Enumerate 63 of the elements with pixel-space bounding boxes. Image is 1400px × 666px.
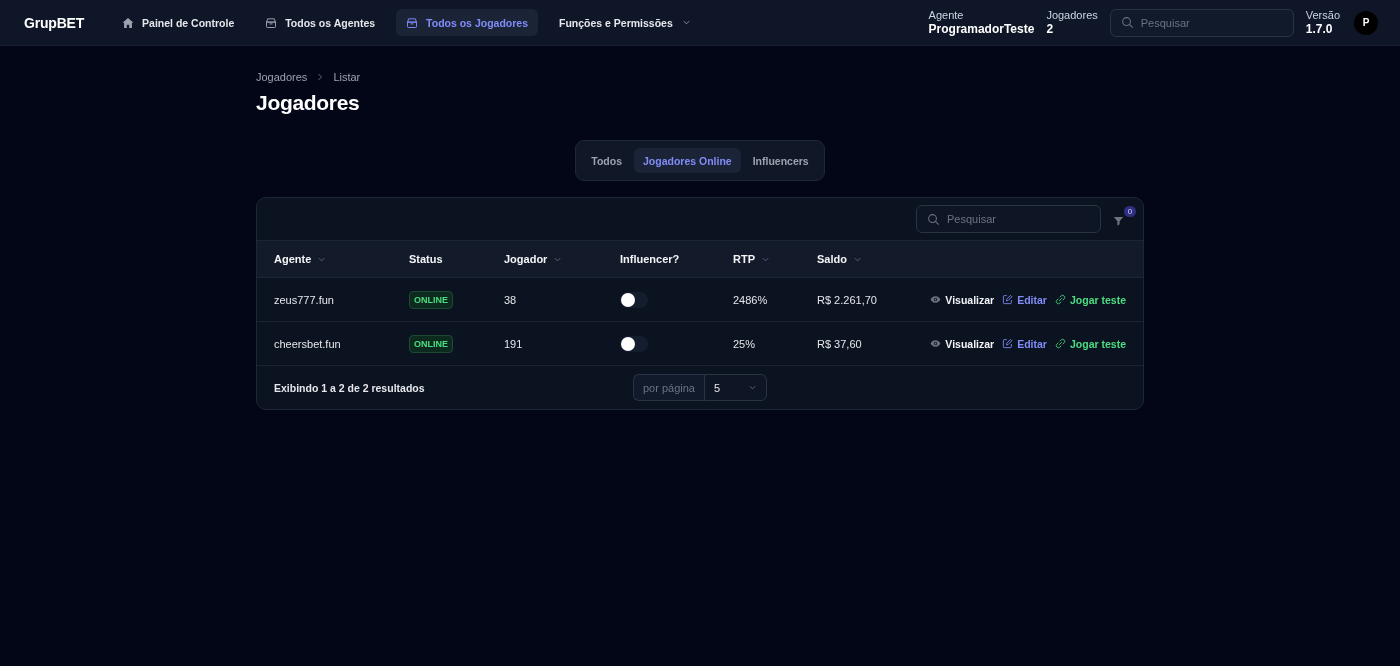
table-cell: 25% bbox=[733, 337, 756, 350]
results-summary: Exibindo 1 a 2 de 2 resultados bbox=[274, 381, 425, 394]
tab[interactable]: Influencers bbox=[743, 148, 818, 173]
search-input[interactable]: Pesquisar bbox=[916, 205, 1101, 233]
table-cell: R$ 37,60 bbox=[817, 337, 862, 350]
column-header[interactable]: Jogador bbox=[504, 253, 563, 265]
box-icon bbox=[406, 16, 419, 29]
version-label: Versão bbox=[1305, 9, 1340, 21]
table-cell: cheersbet.fun bbox=[274, 337, 341, 350]
column-header[interactable]: Agente bbox=[274, 253, 327, 265]
link-icon bbox=[1054, 294, 1066, 305]
nav-item[interactable]: Todos os Jogadores bbox=[396, 9, 538, 36]
link-icon bbox=[1054, 338, 1066, 349]
table-cell: 38 bbox=[504, 293, 517, 306]
user-avatar[interactable]: P bbox=[1354, 10, 1378, 35]
action-link[interactable]: Jogar teste bbox=[1054, 337, 1126, 350]
action-link[interactable]: Visualizar bbox=[930, 337, 995, 350]
eye-icon bbox=[930, 294, 942, 305]
table-cell: zeus777.fun bbox=[274, 293, 334, 306]
page-title: Jogadores bbox=[256, 90, 361, 116]
table-cell: R$ 2.261,70 bbox=[817, 293, 877, 306]
status-badge: ONLINE bbox=[409, 290, 453, 309]
chevron-down-icon bbox=[748, 383, 757, 392]
nav-item[interactable]: Painel de Controle bbox=[112, 9, 245, 36]
stat-label: Jogadores bbox=[1046, 9, 1098, 21]
stat-value: ProgramadorTeste bbox=[928, 22, 1035, 36]
action-link[interactable]: Editar bbox=[1002, 337, 1047, 350]
eye-icon bbox=[930, 338, 942, 349]
stat-value: 2 bbox=[1046, 22, 1055, 36]
breadcrumb-link[interactable]: Listar bbox=[333, 71, 361, 83]
status-badge: ONLINE bbox=[409, 334, 453, 353]
table-cell: 191 bbox=[504, 337, 523, 350]
filter-count-badge: 0 bbox=[1124, 206, 1136, 217]
search-input[interactable]: Pesquisar bbox=[1109, 8, 1294, 37]
column-header[interactable]: Saldo bbox=[817, 253, 862, 265]
nav-item[interactable]: Funções e Permissões bbox=[549, 9, 701, 36]
action-link[interactable]: Jogar teste bbox=[1054, 293, 1126, 306]
filter-icon bbox=[1113, 215, 1124, 227]
influencer-toggle[interactable] bbox=[620, 291, 648, 308]
edit-icon bbox=[1002, 294, 1014, 305]
app-logo[interactable]: GrupBET bbox=[24, 14, 85, 31]
per-page-select[interactable]: 5 bbox=[704, 374, 767, 401]
column-header[interactable]: RTP bbox=[733, 253, 770, 265]
action-link[interactable]: Editar bbox=[1002, 293, 1047, 306]
stat-label: Agente bbox=[928, 9, 965, 21]
breadcrumb-link[interactable]: Jogadores bbox=[256, 71, 308, 83]
home-icon bbox=[122, 16, 135, 29]
action-link[interactable]: Visualizar bbox=[930, 293, 995, 306]
tab[interactable]: Todos bbox=[582, 148, 631, 173]
nav-item[interactable]: Todos os Agentes bbox=[255, 9, 386, 36]
search-icon bbox=[927, 212, 940, 226]
search-icon bbox=[1120, 16, 1134, 29]
edit-icon bbox=[1002, 338, 1014, 349]
version-value: 1.7.0 bbox=[1305, 22, 1334, 36]
filter-button[interactable]: 0 bbox=[1113, 208, 1135, 230]
chevron-down-icon bbox=[681, 18, 691, 27]
box-icon bbox=[265, 16, 278, 29]
column-header: Influencer? bbox=[620, 253, 680, 265]
tab[interactable]: Jogadores Online bbox=[634, 148, 741, 173]
influencer-toggle[interactable] bbox=[620, 335, 648, 352]
column-header: Status bbox=[409, 253, 443, 265]
table-cell: 2486% bbox=[733, 293, 768, 306]
per-page-label: por página bbox=[633, 374, 704, 401]
